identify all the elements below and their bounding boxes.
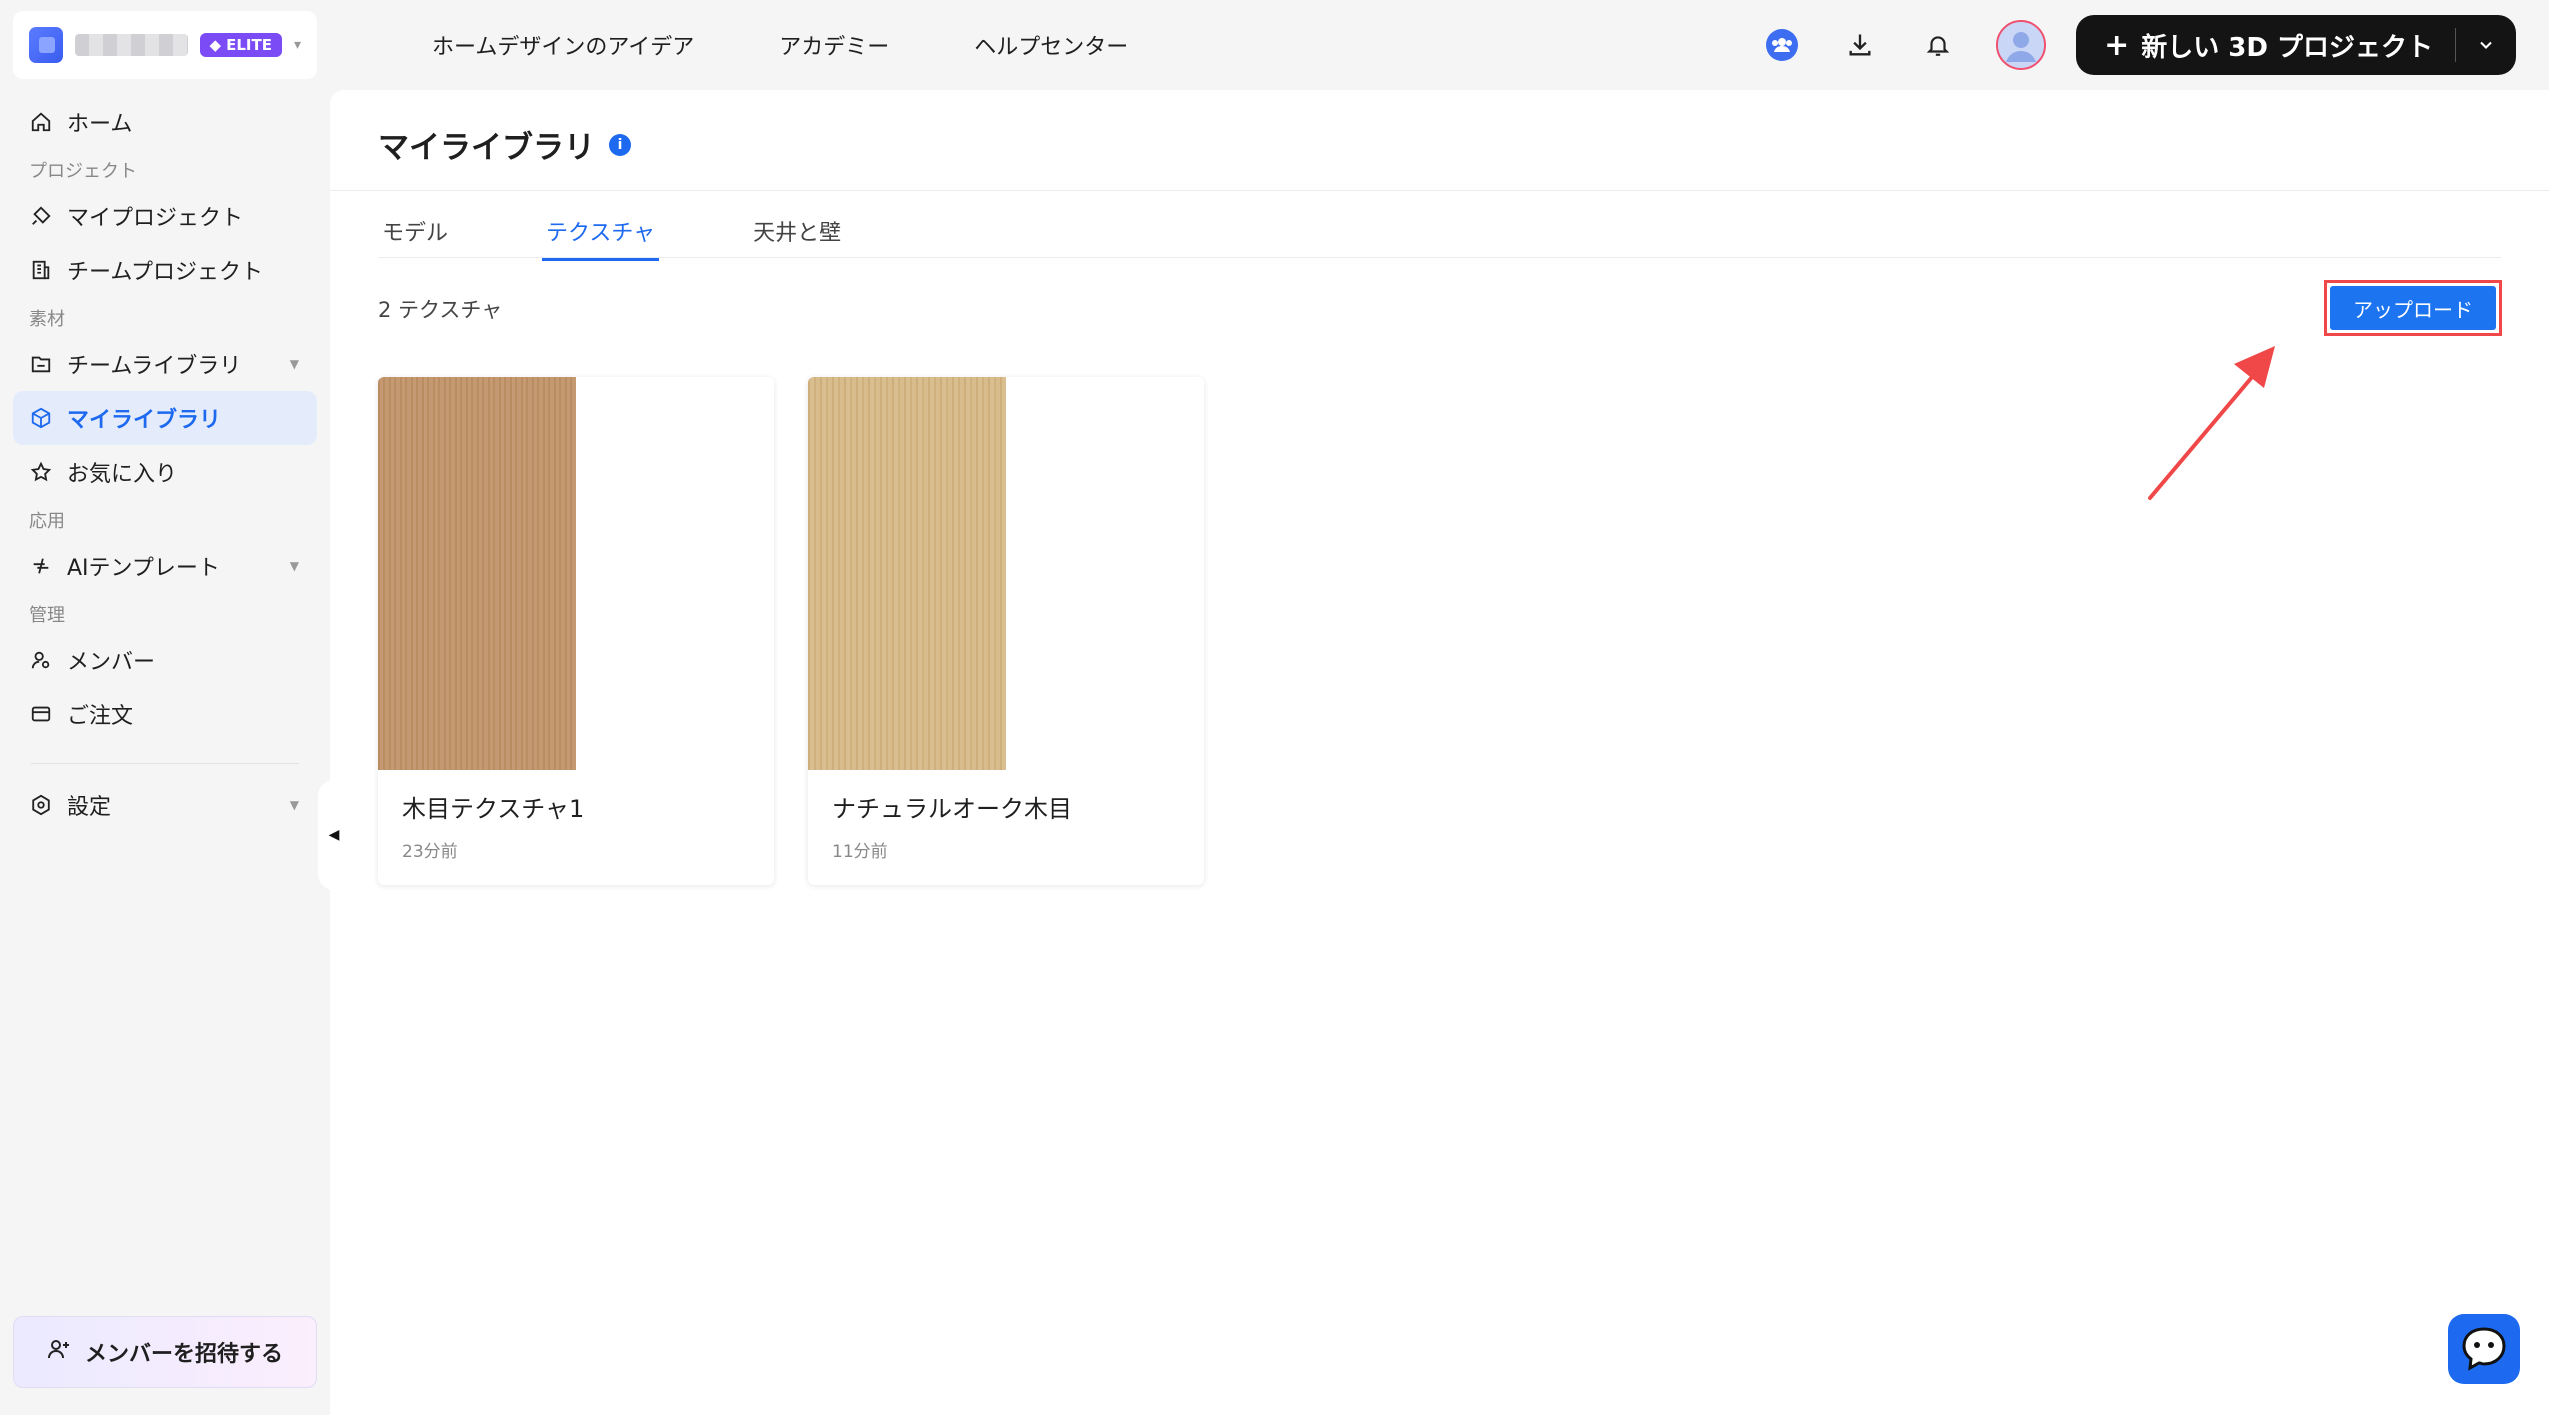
tab-textures[interactable]: テクスチャ (542, 205, 660, 261)
natural-oak-swatch (808, 377, 1006, 770)
cube-icon (29, 406, 53, 430)
plus-icon: + (2104, 27, 2130, 63)
chat-icon (2462, 1327, 2506, 1371)
sidebar-item-settings[interactable]: 設定 ▼ (13, 778, 317, 832)
sidebar-item-ai-templates[interactable]: AIテンプレート ▼ (13, 539, 317, 593)
add-user-icon (47, 1337, 71, 1367)
sidebar-divider (31, 763, 299, 764)
sidebar-item-team-library[interactable]: チームライブラリ ▼ (13, 337, 317, 391)
top-links: ホームデザインのアイデア アカデミー ヘルプセンター (432, 29, 1128, 61)
top-link-help[interactable]: ヘルプセンター (974, 29, 1128, 61)
upload-highlight: アップロード (2324, 280, 2502, 336)
building-icon (29, 258, 53, 282)
main-panel: マイライブラリ i モデル テクスチャ 天井と壁 2 テクスチャ アップロード … (330, 90, 2549, 1415)
sidebar-item-members[interactable]: メンバー (13, 633, 317, 687)
wood-grain-swatch (378, 377, 576, 770)
invite-members-button[interactable]: メンバーを招待する (13, 1316, 317, 1388)
caret-down-icon: ▼ (289, 798, 299, 812)
tab-models[interactable]: モデル (378, 205, 452, 261)
user-avatar-icon (1998, 22, 2045, 68)
section-project: プロジェクト (29, 161, 137, 182)
avatar[interactable] (1996, 20, 2047, 70)
texture-grid: 木目テクスチャ1 23分前 ナチュラルオーク木目 11分前 (378, 377, 1204, 885)
sidebar-item-favorites[interactable]: お気に入り (13, 445, 317, 499)
home-icon (29, 110, 53, 134)
page-title: マイライブラリ i (378, 122, 631, 167)
workspace-name-blurred (74, 34, 188, 56)
elite-badge: ◆ ELITE (199, 33, 282, 57)
sidebar: ◆ ELITE ▾ ホーム プロジェクト マイプロジェクト チームプロジェクト … (0, 0, 330, 1415)
community-button[interactable] (1762, 25, 1802, 65)
top-actions: + 新しい 3D プロジェクト (1762, 15, 2516, 75)
caret-down-icon: ▼ (289, 357, 299, 371)
sidebar-collapse-handle[interactable]: ◀ (318, 780, 350, 890)
info-icon[interactable]: i (609, 133, 631, 156)
new-project-dropdown[interactable] (2456, 35, 2516, 55)
sidebar-item-my-library[interactable]: マイライブラリ (13, 391, 317, 445)
texture-card[interactable]: ナチュラルオーク木目 11分前 (808, 377, 1204, 885)
caret-down-icon: ▼ (289, 559, 299, 573)
notification-button[interactable] (1918, 25, 1958, 65)
texture-name: 木目テクスチャ1 (402, 795, 585, 823)
chat-support-button[interactable] (2448, 1314, 2520, 1384)
workspace-logo (29, 27, 63, 63)
title-divider (330, 190, 2549, 191)
star-icon (29, 460, 53, 484)
bell-icon (1926, 36, 1950, 56)
texture-name: ナチュラルオーク木目 (832, 795, 1072, 823)
section-apps: 応用 (29, 511, 65, 532)
texture-thumbnail (808, 377, 1204, 770)
settings-icon (29, 793, 53, 817)
sidebar-item-home[interactable]: ホーム (13, 95, 317, 149)
workspace-switcher[interactable]: ◆ ELITE ▾ (13, 11, 317, 79)
section-material: 素材 (29, 309, 65, 330)
texture-card[interactable]: 木目テクスチャ1 23分前 (378, 377, 774, 885)
download-button[interactable] (1840, 25, 1880, 65)
sidebar-item-team-projects[interactable]: チームプロジェクト (13, 243, 317, 297)
section-admin: 管理 (29, 605, 65, 626)
chevron-down-icon (2480, 41, 2492, 49)
texture-count: 2 テクスチャ (378, 298, 503, 322)
diamond-icon: ◆ (209, 36, 222, 54)
sidebar-nav: ホーム プロジェクト マイプロジェクト チームプロジェクト 素材 チームライブラ… (13, 95, 317, 832)
caret-left-icon: ◀ (328, 827, 340, 843)
download-icon (1849, 34, 1871, 56)
pen-tool-icon (29, 204, 53, 228)
folder-icon (29, 352, 53, 376)
tab-ceiling-walls[interactable]: 天井と壁 (749, 205, 845, 261)
credit-card-icon (29, 702, 53, 726)
community-icon (1766, 29, 1799, 61)
upload-button[interactable]: アップロード (2330, 286, 2496, 330)
annotation-arrow (2148, 346, 2275, 500)
texture-time: 23分前 (402, 842, 458, 862)
new-3d-project-button[interactable]: + 新しい 3D プロジェクト (2076, 15, 2516, 75)
library-tabs: モデル テクスチャ 天井と壁 (378, 205, 935, 261)
sidebar-item-my-projects[interactable]: マイプロジェクト (13, 189, 317, 243)
texture-thumbnail (378, 377, 774, 770)
top-link-ideas[interactable]: ホームデザインのアイデア (432, 29, 694, 61)
sidebar-item-orders[interactable]: ご注文 (13, 687, 317, 741)
top-header: ホームデザインのアイデア アカデミー ヘルプセンター + 新しい 3D プロジェ… (330, 0, 2549, 90)
chevron-down-icon: ▾ (293, 37, 301, 53)
top-link-academy[interactable]: アカデミー (779, 29, 889, 61)
lightning-icon (29, 554, 53, 578)
user-gear-icon (29, 648, 53, 672)
tabs-divider (378, 257, 2501, 258)
texture-time: 11分前 (832, 842, 888, 862)
